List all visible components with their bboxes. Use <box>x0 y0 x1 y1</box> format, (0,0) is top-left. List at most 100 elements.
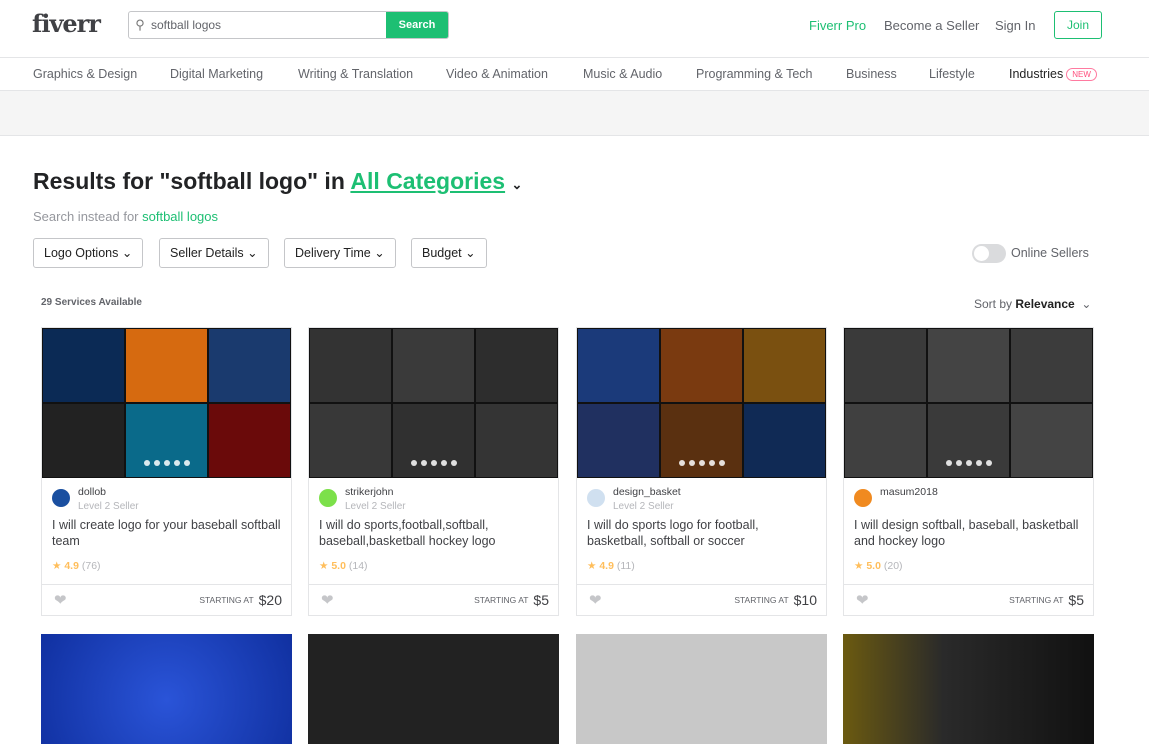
gig-price: STARTING AT $5 <box>1009 592 1084 608</box>
star-icon: ★ <box>52 560 62 572</box>
seller-avatar[interactable] <box>854 489 872 507</box>
search-icon: ⚲ <box>135 17 145 32</box>
seller-info: dollob Level 2 Seller <box>52 486 139 512</box>
gig-price: STARTING AT $5 <box>474 592 549 608</box>
category-programming-tech[interactable]: Programming & Tech <box>696 67 813 81</box>
heart-icon[interactable]: ❤ <box>54 591 67 609</box>
gig-title[interactable]: I will create logo for your baseball sof… <box>52 517 282 549</box>
price-value: $5 <box>1068 592 1084 608</box>
category-writing-translation[interactable]: Writing & Translation <box>298 67 413 81</box>
seller-avatar[interactable] <box>587 489 605 507</box>
become-seller-link[interactable]: Become a Seller <box>884 18 979 33</box>
category-graphics-design[interactable]: Graphics & Design <box>33 67 137 81</box>
filter-label: Budget <box>422 246 462 260</box>
starting-at-label: STARTING AT <box>474 595 529 605</box>
filter-budget[interactable]: Budget ⌄ <box>411 238 487 268</box>
seller-avatar[interactable] <box>52 489 70 507</box>
star-icon: ★ <box>587 560 597 572</box>
gig-rating: ★ 5.0 (20) <box>854 560 903 572</box>
gig-price: STARTING AT $10 <box>734 592 817 608</box>
category-video-animation[interactable]: Video & Animation <box>446 67 548 81</box>
price-value: $20 <box>258 592 282 608</box>
gig-image[interactable] <box>309 328 558 478</box>
review-count: (20) <box>883 560 903 572</box>
gig-card[interactable]: strikerjohn Level 2 Seller I will do spor… <box>308 327 559 616</box>
gig-title[interactable]: I will do sports,football,softball, base… <box>319 517 549 549</box>
seller-info: design_basket Level 2 Seller <box>587 486 681 512</box>
search-button[interactable]: Search <box>386 12 448 38</box>
new-badge: NEW <box>1066 68 1097 81</box>
seller-name[interactable]: strikerjohn <box>345 486 406 498</box>
fiverr-logo[interactable]: fiverr <box>32 9 101 38</box>
gig-title[interactable]: I will design softball, baseball, basket… <box>854 517 1084 549</box>
services-count: 29 Services Available <box>41 297 142 308</box>
gig-footer: ❤ STARTING AT $5 <box>844 584 1093 616</box>
sign-in-link[interactable]: Sign In <box>995 18 1035 33</box>
search-bar: ⚲ Search <box>128 11 449 39</box>
gig-image[interactable] <box>577 328 826 478</box>
gig-card[interactable]: dollob Level 2 Seller I will create logo … <box>41 327 292 616</box>
carousel-dots[interactable] <box>42 453 291 471</box>
seller-info: strikerjohn Level 2 Seller <box>319 486 406 512</box>
heart-icon[interactable]: ❤ <box>321 591 334 609</box>
carousel-dots[interactable] <box>844 453 1093 471</box>
filter-delivery-time[interactable]: Delivery Time ⌄ <box>284 238 396 268</box>
gig-image[interactable] <box>42 328 291 478</box>
star-icon: ★ <box>319 560 329 572</box>
seller-info: masum2018 <box>854 486 938 507</box>
gig-card[interactable]: masum2018 I will design softball, baseba… <box>843 327 1094 616</box>
seller-name[interactable]: masum2018 <box>880 486 938 498</box>
seller-level: Level 2 Seller <box>613 501 674 512</box>
sort-value: Relevance <box>1015 297 1075 311</box>
gig-footer: ❤ STARTING AT $5 <box>309 584 558 616</box>
heart-icon[interactable]: ❤ <box>856 591 869 609</box>
chevron-down-icon: ⌄ <box>247 246 258 260</box>
chevron-down-icon: ⌄ <box>374 246 385 260</box>
gig-rating: ★ 4.9 (76) <box>52 560 101 572</box>
seller-name[interactable]: design_basket <box>613 486 681 498</box>
rating-value: 4.9 <box>64 560 79 572</box>
starting-at-label: STARTING AT <box>199 595 254 605</box>
all-categories-link[interactable]: All Categories <box>350 168 505 194</box>
carousel-dots[interactable] <box>309 453 558 471</box>
seller-avatar[interactable] <box>319 489 337 507</box>
chevron-down-icon[interactable]: ⌄ <box>511 177 522 192</box>
category-industries[interactable]: Industries NEW <box>1009 67 1097 81</box>
star-icon: ★ <box>854 560 864 572</box>
category-music-audio[interactable]: Music & Audio <box>583 67 662 81</box>
results-prefix: Results for "softball logo" in <box>33 168 351 194</box>
filter-label: Delivery Time <box>295 246 371 260</box>
price-value: $10 <box>793 592 817 608</box>
gig-image[interactable] <box>41 634 292 744</box>
search-input[interactable] <box>151 12 386 38</box>
gig-image[interactable] <box>844 328 1093 478</box>
online-sellers-toggle[interactable] <box>972 244 1006 263</box>
seller-name[interactable]: dollob <box>78 486 139 498</box>
gig-image[interactable] <box>576 634 827 744</box>
gig-title[interactable]: I will do sports logo for football, bask… <box>587 517 817 549</box>
filter-seller-details[interactable]: Seller Details ⌄ <box>159 238 269 268</box>
gig-footer: ❤ STARTING AT $20 <box>42 584 291 616</box>
category-lifestyle[interactable]: Lifestyle <box>929 67 975 81</box>
sort-label: Sort by <box>974 297 1013 311</box>
category-business[interactable]: Business <box>846 67 897 81</box>
sort-dropdown[interactable]: Sort by Relevance ⌄ <box>974 297 1091 311</box>
heart-icon[interactable]: ❤ <box>589 591 602 609</box>
gig-image[interactable] <box>843 634 1094 744</box>
filter-logo-options[interactable]: Logo Options ⌄ <box>33 238 144 268</box>
category-nav: Graphics & Design Digital Marketing Writ… <box>0 58 1149 91</box>
search-instead-link[interactable]: softball logos <box>142 209 218 224</box>
fiverr-pro-link[interactable]: Fiverr Pro <box>809 18 866 33</box>
gig-card[interactable]: design_basket Level 2 Seller I will do sp… <box>576 327 827 616</box>
review-count: (76) <box>81 560 101 572</box>
carousel-dots[interactable] <box>577 453 826 471</box>
gig-rating: ★ 4.9 (11) <box>587 560 635 572</box>
join-button[interactable]: Join <box>1054 11 1102 39</box>
gig-image[interactable] <box>308 634 559 744</box>
page-title: Results for "softball logo" in All Categ… <box>33 168 522 195</box>
header: fiverr ⚲ Search Fiverr Pro Become a Sell… <box>0 0 1149 58</box>
search-instead-text: Search instead for <box>33 209 143 224</box>
filter-label: Seller Details <box>170 246 244 260</box>
category-digital-marketing[interactable]: Digital Marketing <box>170 67 263 81</box>
banner-band <box>0 91 1149 136</box>
